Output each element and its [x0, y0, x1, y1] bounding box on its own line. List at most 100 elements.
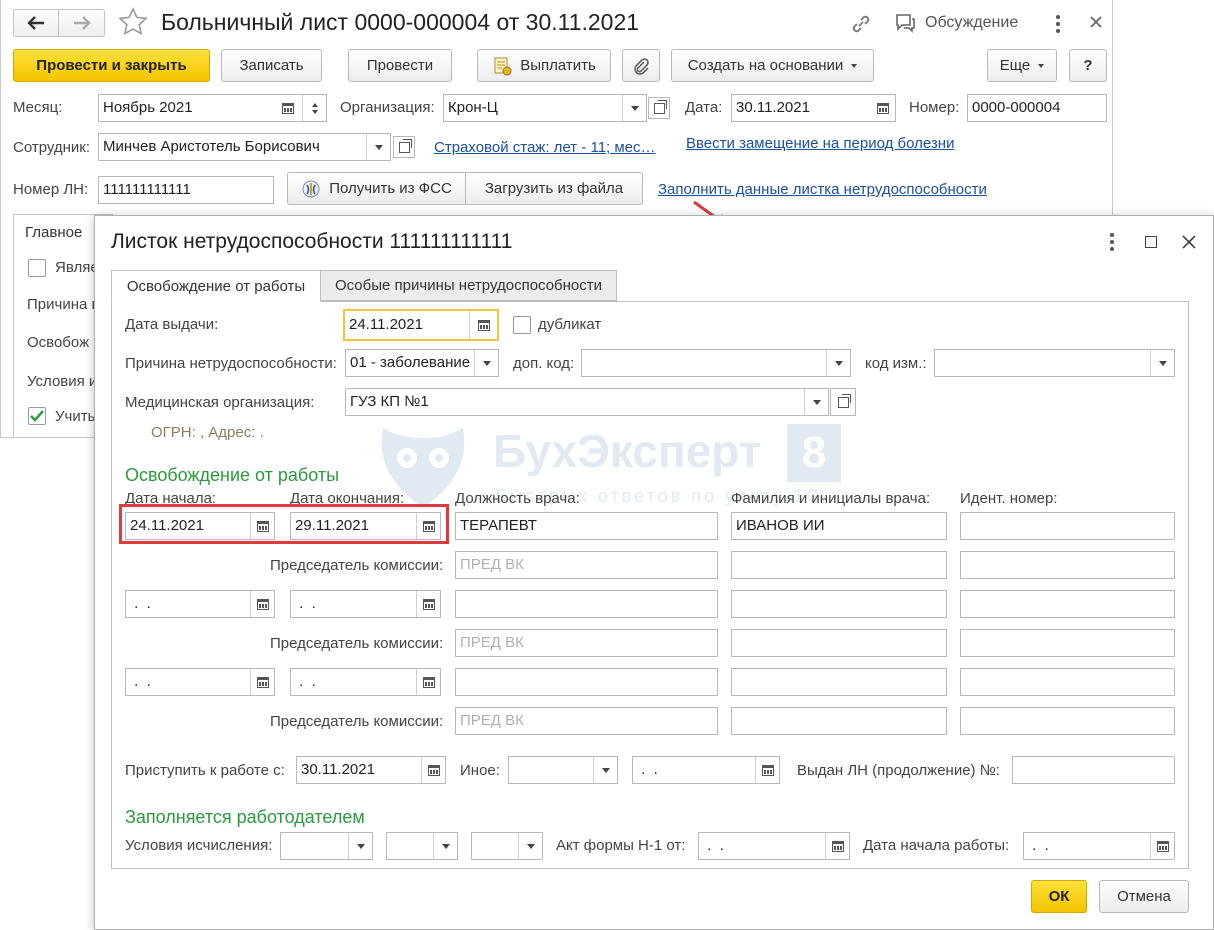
id-number-field-3[interactable] [960, 668, 1175, 696]
dropdown-arrow-icon[interactable] [826, 350, 850, 376]
close-icon[interactable] [1088, 14, 1104, 34]
calc-condition-1[interactable] [280, 832, 373, 860]
ln-number-label: Номер ЛН: [13, 181, 89, 198]
number-field[interactable]: 0000-000004 [967, 94, 1107, 122]
post-and-close-button[interactable]: Провести и закрыть [13, 49, 210, 82]
dropdown-arrow-icon[interactable] [518, 833, 542, 859]
doctor-position-field-3[interactable] [455, 668, 718, 696]
tab-special-reasons[interactable]: Особые причины нетрудоспособности [321, 270, 617, 301]
calendar-icon[interactable] [416, 591, 440, 617]
tab-release-from-work[interactable]: Освобождение от работы [111, 270, 321, 302]
back-button[interactable] [13, 9, 59, 37]
return-to-work-field[interactable]: 30.11.2021 [296, 756, 446, 784]
open-organization-button[interactable] [648, 97, 670, 119]
calendar-icon[interactable] [825, 833, 849, 859]
month-field[interactable]: Ноябрь 2021 [98, 94, 327, 122]
calendar-icon[interactable] [250, 669, 274, 695]
post-button[interactable]: Провести [348, 49, 452, 82]
dropdown-arrow-icon[interactable] [622, 95, 646, 121]
dropdown-arrow-icon[interactable] [474, 350, 498, 376]
tab-main[interactable]: Главное [25, 224, 82, 241]
cancel-button[interactable]: Отмена [1099, 880, 1189, 913]
chairman-position-field-2[interactable]: ПРЕД ВК [455, 629, 718, 657]
id-number-field-2[interactable] [960, 590, 1175, 618]
forward-button[interactable] [59, 9, 105, 37]
doctor-position-field[interactable]: ТЕРАПЕВТ [455, 512, 718, 540]
attach-button[interactable] [622, 49, 660, 82]
calendar-icon[interactable] [755, 757, 779, 783]
more-button[interactable]: Еще [987, 49, 1057, 82]
dialog-more-icon[interactable] [1106, 231, 1118, 253]
doctor-name-field-3[interactable] [731, 668, 947, 696]
chairman-id-field-3[interactable] [960, 707, 1175, 735]
end-date-field-2[interactable]: . . [290, 590, 441, 618]
more-vert-icon[interactable] [1051, 13, 1065, 35]
calendar-icon[interactable] [250, 591, 274, 617]
chairman-name-field[interactable] [731, 551, 947, 579]
load-from-file-button[interactable]: Загрузить из файла [465, 172, 643, 205]
issue-date-field[interactable]: 24.11.2021 [343, 309, 499, 341]
ln-number-field[interactable]: 111111111111 [98, 176, 274, 204]
chairman-position-field[interactable]: ПРЕД ВК [455, 551, 718, 579]
doctor-name-field[interactable]: ИВАНОВ ИИ [731, 512, 947, 540]
calendar-icon[interactable] [469, 311, 497, 339]
add-code-field[interactable] [581, 349, 851, 377]
insurance-experience-link[interactable]: Страховой стаж: лет - 11; мес… [434, 139, 656, 156]
dropdown-arrow-icon[interactable] [366, 134, 390, 160]
save-button[interactable]: Записать [221, 49, 322, 82]
dropdown-arrow-icon[interactable] [804, 389, 828, 415]
chairman-label: Председатель комиссии: [270, 557, 444, 574]
calendar-icon[interactable] [416, 669, 440, 695]
start-date-field-2[interactable]: . . [125, 590, 275, 618]
favorite-star-icon[interactable] [117, 6, 149, 42]
act-n1-date-field[interactable]: . . [698, 832, 850, 860]
duplicate-checkbox[interactable] [513, 316, 531, 334]
dialog-close-icon[interactable] [1181, 234, 1197, 254]
enter-substitution-link[interactable]: Ввести замещение на период болезни [686, 135, 954, 152]
medical-org-field[interactable]: ГУЗ КП №1 [345, 388, 829, 416]
change-code-field[interactable] [934, 349, 1175, 377]
doctor-position-field-2[interactable] [455, 590, 718, 618]
maximize-icon[interactable] [1145, 236, 1157, 248]
create-based-on-button[interactable]: Создать на основании [671, 49, 874, 82]
doctor-name-field-2[interactable] [731, 590, 947, 618]
date-field[interactable]: 30.11.2021 [731, 94, 896, 122]
end-date-field-3[interactable]: . . [290, 668, 441, 696]
chairman-id-field[interactable] [960, 551, 1175, 579]
help-button[interactable]: ? [1069, 49, 1107, 82]
chairman-name-field-2[interactable] [731, 629, 947, 657]
checkbox-is[interactable] [28, 259, 46, 277]
medical-org-value: ГУЗ КП №1 [350, 393, 429, 410]
ok-button[interactable]: ОК [1031, 880, 1087, 913]
reason-field[interactable]: 01 - заболевание [345, 349, 499, 377]
open-employee-button[interactable] [393, 136, 415, 158]
calendar-icon[interactable] [276, 95, 300, 121]
calendar-icon[interactable] [421, 757, 445, 783]
calendar-icon[interactable] [871, 95, 895, 121]
pay-button[interactable]: Выплатить [477, 49, 611, 82]
other-date-field[interactable]: . . [632, 756, 780, 784]
organization-field[interactable]: Крон-Ц [443, 94, 647, 122]
spin-button[interactable] [302, 95, 326, 121]
get-from-fss-button[interactable]: Получить из ФСС [287, 172, 466, 205]
calendar-icon[interactable] [1150, 833, 1174, 859]
dropdown-arrow-icon[interactable] [593, 757, 617, 783]
chairman-name-field-3[interactable] [731, 707, 947, 735]
dropdown-arrow-icon[interactable] [1150, 350, 1174, 376]
employee-field[interactable]: Минчев Аристотель Борисович [98, 133, 391, 161]
calc-condition-3[interactable] [471, 832, 543, 860]
chairman-position-field-3[interactable]: ПРЕД ВК [455, 707, 718, 735]
calc-condition-2[interactable] [386, 832, 458, 860]
checkbox-consider[interactable] [28, 407, 46, 425]
link-icon[interactable] [849, 12, 873, 40]
open-medical-org-button[interactable] [830, 388, 856, 416]
dropdown-arrow-icon[interactable] [348, 833, 372, 859]
work-start-date-field[interactable]: . . [1023, 832, 1175, 860]
start-date-field-3[interactable]: . . [125, 668, 275, 696]
id-number-field[interactable] [960, 512, 1175, 540]
chairman-id-field-2[interactable] [960, 629, 1175, 657]
issued-continuation-field[interactable] [1012, 756, 1175, 784]
other-field[interactable] [508, 756, 618, 784]
discussion-button[interactable]: Обсуждение [893, 12, 1018, 34]
dropdown-arrow-icon[interactable] [433, 833, 457, 859]
